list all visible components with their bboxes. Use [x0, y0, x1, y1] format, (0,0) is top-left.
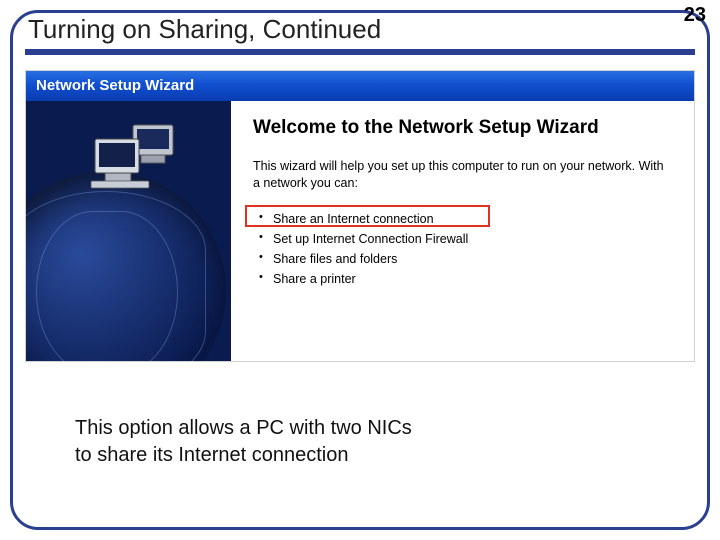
slide-caption: This option allows a PC with two NICs to… [75, 415, 615, 469]
wizard-side-graphic [26, 101, 231, 361]
header-underline [25, 49, 695, 55]
wizard-body: Welcome to the Network Setup Wizard This… [26, 101, 694, 361]
wizard-main: Welcome to the Network Setup Wizard This… [231, 101, 694, 361]
caption-line: This option allows a PC with two NICs [75, 417, 412, 439]
wizard-window: Network Setup Wizard Welcome to the Netw… [25, 70, 695, 362]
wizard-heading: Welcome to the Network Setup Wizard [253, 117, 672, 140]
list-item: Share a printer [259, 269, 672, 289]
wizard-feature-list: Share an Internet connection Set up Inte… [253, 209, 672, 289]
wizard-intro-text: This wizard will help you set up this co… [253, 158, 672, 193]
caption-line: to share its Internet connection [75, 444, 349, 466]
globe-icon [26, 171, 226, 361]
list-item: Share files and folders [259, 249, 672, 269]
page-number: 23 [684, 4, 706, 27]
list-item: Set up Internet Connection Firewall [259, 229, 672, 249]
list-item: Share an Internet connection [259, 209, 672, 229]
wizard-titlebar: Network Setup Wizard [26, 71, 694, 101]
computers-icon [81, 121, 191, 191]
slide-title: Turning on Sharing, Continued [28, 14, 381, 45]
